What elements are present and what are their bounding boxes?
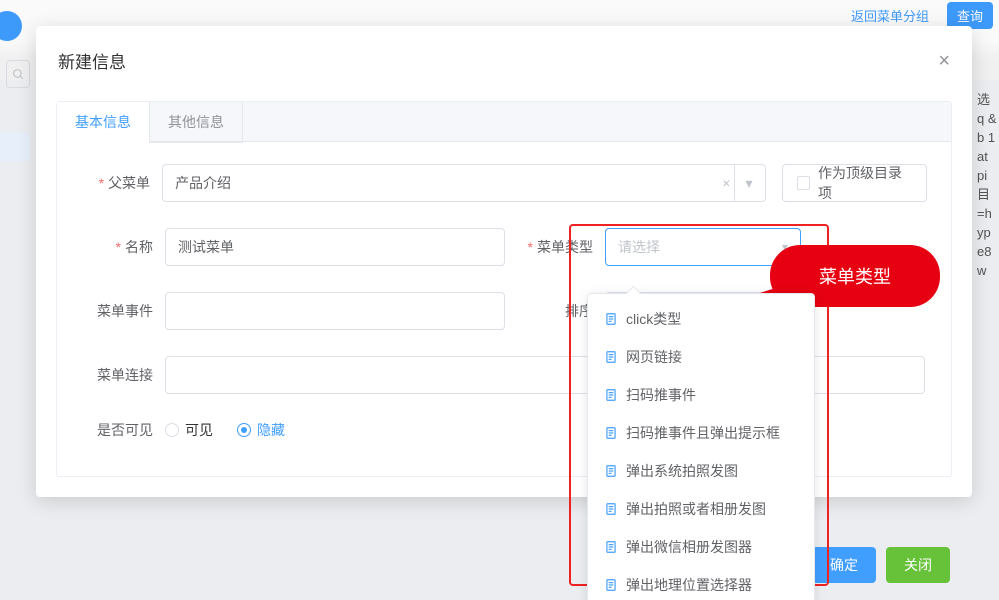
document-icon	[604, 312, 618, 326]
option-scan-push-alert[interactable]: 扫码推事件且弹出提示框	[588, 414, 814, 452]
option-scan-push[interactable]: 扫码推事件	[588, 376, 814, 414]
close-icon[interactable]: ×	[938, 51, 950, 71]
create-info-modal: 新建信息 × 基本信息 其他信息 父菜单 产品介绍 × ▾	[36, 26, 972, 497]
menu-event-input[interactable]	[165, 292, 505, 330]
option-click-type[interactable]: click类型	[588, 300, 814, 338]
radio-visible[interactable]: 可见	[165, 420, 213, 440]
document-icon	[604, 426, 618, 440]
document-icon	[604, 578, 618, 592]
radio-visible-label: 可见	[185, 420, 213, 440]
document-icon	[604, 540, 618, 554]
chevron-down-icon: ▾	[782, 240, 788, 254]
parent-menu-value: 产品介绍	[175, 173, 231, 193]
tab-basic-info[interactable]: 基本信息	[57, 102, 150, 143]
option-web-link[interactable]: 网页链接	[588, 338, 814, 376]
document-icon	[604, 502, 618, 516]
menu-type-dropdown: click类型 网页链接 扫码推事件 扫码推事件且弹出提示框 弹出系统拍照发图 …	[587, 293, 815, 600]
tabs-bar: 基本信息 其他信息	[57, 102, 951, 142]
option-label: click类型	[626, 309, 681, 329]
option-label: 弹出微信相册发图器	[626, 537, 752, 557]
document-icon	[604, 388, 618, 402]
label-menu-link: 菜单连接	[75, 365, 165, 385]
clear-icon[interactable]: ×	[722, 176, 730, 190]
option-geo-picker[interactable]: 弹出地理位置选择器	[588, 566, 814, 600]
close-button[interactable]: 关闭	[886, 547, 950, 583]
modal-footer: 确定 关闭	[36, 535, 972, 595]
radio-hidden[interactable]: 隐藏	[237, 420, 285, 440]
chevron-down-icon: ▾	[745, 175, 752, 192]
label-parent-menu: 父菜单	[75, 173, 162, 193]
checkbox-icon	[797, 176, 811, 190]
parent-menu-select[interactable]: 产品介绍 × ▾	[162, 164, 765, 202]
menu-type-select[interactable]: 请选择 ▾	[605, 228, 801, 266]
label-menu-type: 菜单类型	[525, 237, 605, 257]
option-label: 弹出拍照或者相册发图	[626, 499, 766, 519]
form-card: 基本信息 其他信息 父菜单 产品介绍 × ▾ 作为	[56, 101, 952, 477]
top-level-checkbox[interactable]: 作为顶级目录项	[782, 164, 927, 202]
menu-type-placeholder: 请选择	[618, 237, 660, 257]
option-camera-or-album[interactable]: 弹出拍照或者相册发图	[588, 490, 814, 528]
name-input[interactable]	[165, 228, 505, 266]
option-label: 扫码推事件	[626, 385, 696, 405]
option-label: 弹出系统拍照发图	[626, 461, 738, 481]
option-system-camera[interactable]: 弹出系统拍照发图	[588, 452, 814, 490]
option-label: 网页链接	[626, 347, 682, 367]
tab-other-info[interactable]: 其他信息	[150, 102, 243, 143]
label-name: 名称	[75, 237, 165, 257]
label-visible: 是否可见	[75, 420, 165, 440]
modal-title: 新建信息	[58, 48, 126, 73]
label-menu-event: 菜单事件	[75, 301, 165, 321]
option-label: 扫码推事件且弹出提示框	[626, 423, 780, 443]
top-level-label: 作为顶级目录项	[818, 163, 912, 203]
radio-icon	[165, 423, 179, 437]
radio-icon	[237, 423, 251, 437]
option-wechat-album[interactable]: 弹出微信相册发图器	[588, 528, 814, 566]
ok-button[interactable]: 确定	[812, 547, 876, 583]
document-icon	[604, 464, 618, 478]
option-label: 弹出地理位置选择器	[626, 575, 752, 595]
radio-hidden-label: 隐藏	[257, 420, 285, 440]
document-icon	[604, 350, 618, 364]
